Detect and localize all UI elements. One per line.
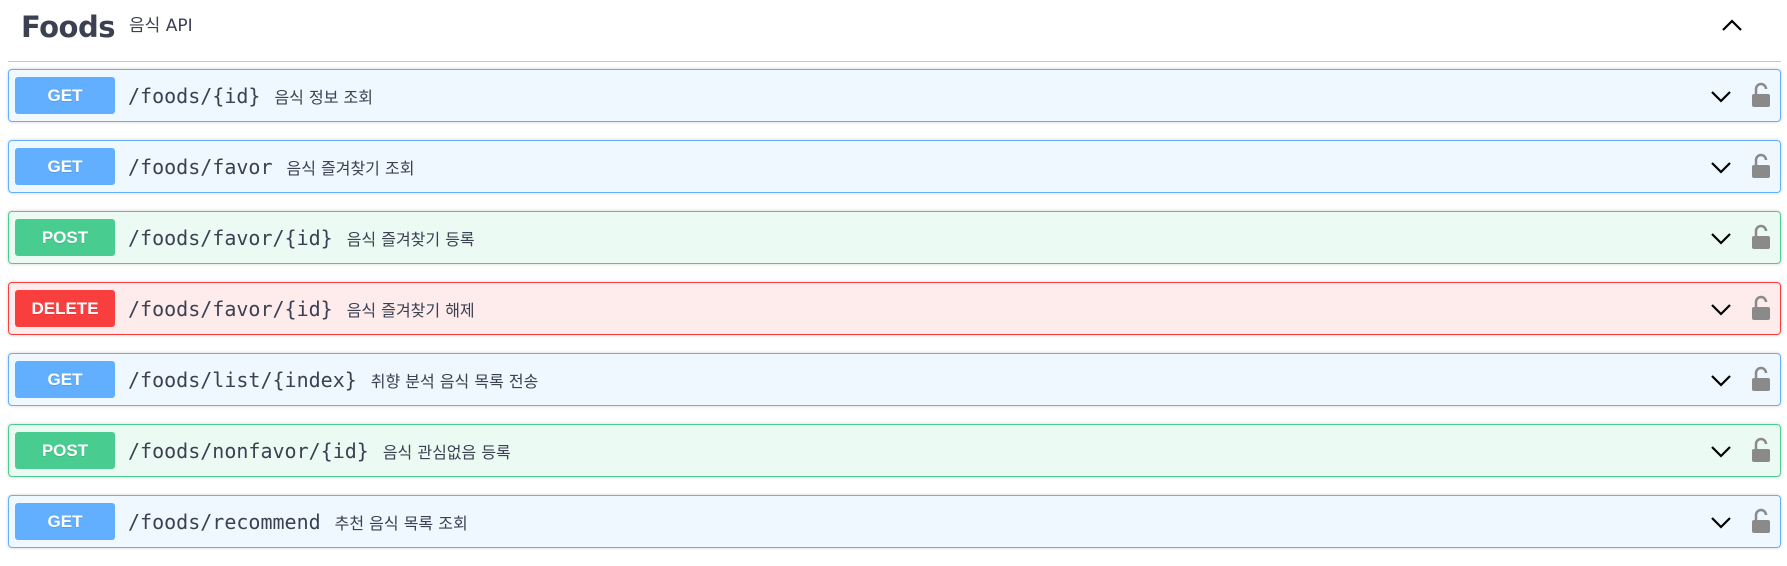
foods-tag-section: Foods 음식 API GET /foods/{id} 음식 정보 조회 GE… [8,0,1781,548]
lock-icon[interactable] [1750,508,1772,534]
lock-icon[interactable] [1750,437,1772,463]
operation-post-foods-nonfavor-id[interactable]: POST /foods/nonfavor/{id} 음식 관심없음 등록 [8,424,1781,477]
operation-path: /foods/recommend [128,509,321,534]
chevron-down-icon[interactable] [1708,225,1734,251]
operation-path: /foods/favor/{id} [128,296,333,321]
tag-header[interactable]: Foods 음식 API [8,0,1781,62]
chevron-down-icon[interactable] [1708,509,1734,535]
chevron-up-icon[interactable] [1717,10,1747,40]
operation-path: /foods/nonfavor/{id} [128,438,369,463]
method-badge: GET [15,503,115,540]
operation-get-foods-list-index[interactable]: GET /foods/list/{index} 취향 분석 음식 목록 전송 [8,353,1781,406]
lock-icon[interactable] [1750,295,1772,321]
operation-path: /foods/favor [128,154,273,179]
method-badge: POST [15,219,115,256]
operation-path: /foods/{id} [128,83,261,108]
method-badge: DELETE [15,290,115,327]
operation-summary: 음식 정보 조회 [274,87,373,107]
tag-description: 음식 API [129,16,193,36]
lock-icon[interactable] [1750,153,1772,179]
operation-path: /foods/favor/{id} [128,225,333,250]
operation-post-foods-favor-id[interactable]: POST /foods/favor/{id} 음식 즐겨찾기 등록 [8,211,1781,264]
operation-summary: 음식 즐겨찾기 해제 [346,300,475,320]
operation-summary: 음식 즐겨찾기 조회 [286,158,415,178]
method-badge: GET [15,361,115,398]
operation-delete-foods-favor-id[interactable]: DELETE /foods/favor/{id} 음식 즐겨찾기 해제 [8,282,1781,335]
operation-get-foods-recommend[interactable]: GET /foods/recommend 추천 음식 목록 조회 [8,495,1781,548]
chevron-down-icon[interactable] [1708,154,1734,180]
method-badge: POST [15,432,115,469]
operation-get-foods-favor[interactable]: GET /foods/favor 음식 즐겨찾기 조회 [8,140,1781,193]
operation-get-foods-id[interactable]: GET /foods/{id} 음식 정보 조회 [8,69,1781,122]
method-badge: GET [15,148,115,185]
operation-summary: 추천 음식 목록 조회 [334,513,468,533]
operation-summary: 음식 즐겨찾기 등록 [346,229,475,249]
chevron-down-icon[interactable] [1708,438,1734,464]
operation-path: /foods/list/{index} [128,367,357,392]
chevron-down-icon[interactable] [1708,296,1734,322]
operation-summary: 취향 분석 음식 목록 전송 [370,371,539,391]
method-badge: GET [15,77,115,114]
lock-icon[interactable] [1750,224,1772,250]
chevron-down-icon[interactable] [1708,83,1734,109]
lock-icon[interactable] [1750,366,1772,392]
operation-summary: 음식 관심없음 등록 [382,442,511,462]
tag-title: Foods [21,9,116,44]
chevron-down-icon[interactable] [1708,367,1734,393]
lock-icon[interactable] [1750,82,1772,108]
operations-list: GET /foods/{id} 음식 정보 조회 GET /foods/favo… [8,69,1781,566]
